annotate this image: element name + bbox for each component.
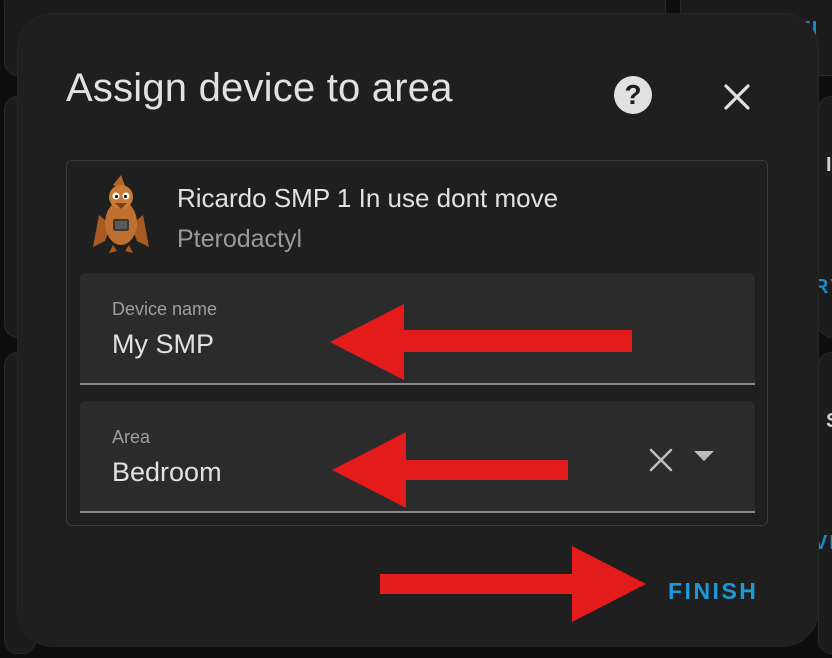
annotation-arrow-finish (380, 546, 646, 622)
